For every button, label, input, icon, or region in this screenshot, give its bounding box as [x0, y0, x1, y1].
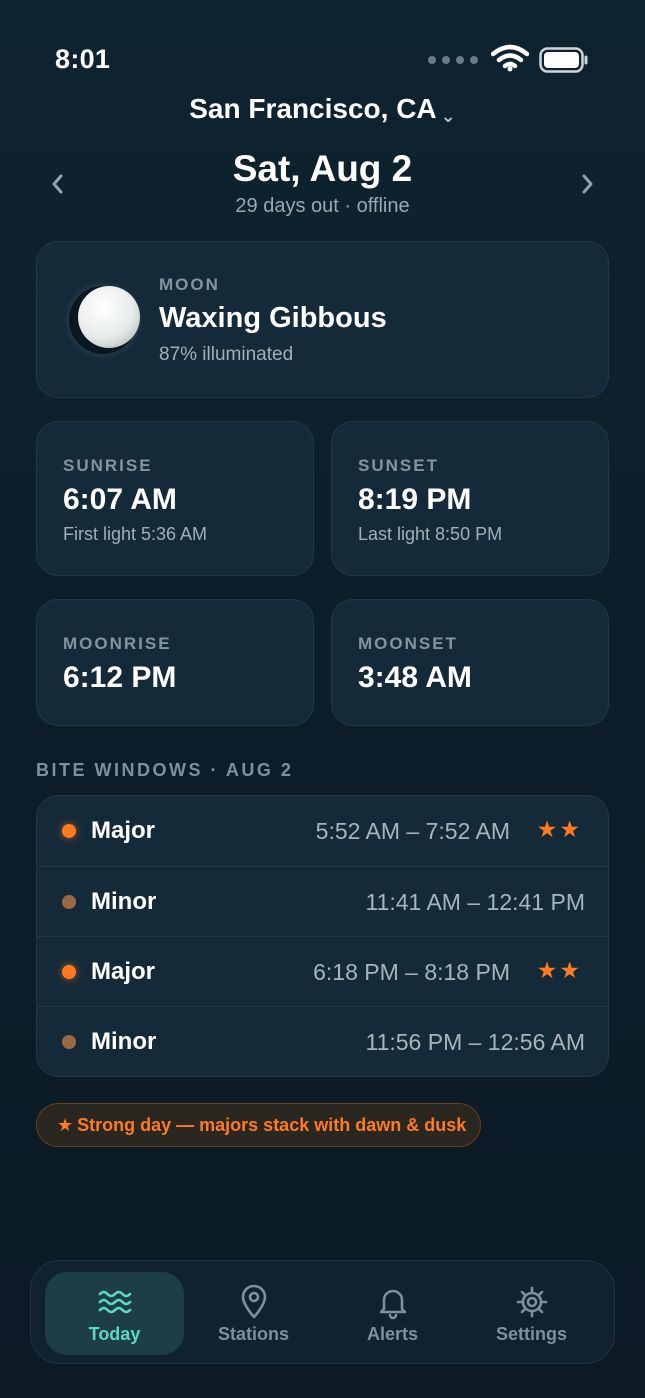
- moonset-tile: MOONSET 3:48 AM: [331, 599, 609, 726]
- map-pin-icon: [241, 1284, 266, 1319]
- location-label: San Francisco, CA: [189, 93, 437, 124]
- tab-alerts[interactable]: Alerts: [323, 1272, 462, 1355]
- tab-label: Today: [88, 1324, 141, 1344]
- moon-phase-icon: [63, 280, 143, 360]
- bite-kind: Major: [91, 958, 156, 985]
- bite-kind: Minor: [91, 888, 157, 915]
- tile-subtext: First light 5:36 AM: [63, 524, 208, 544]
- major-dot-icon: [62, 965, 76, 979]
- waves-icon: [98, 1290, 131, 1314]
- location-selector[interactable]: San Francisco, CA ⌄: [0, 93, 645, 127]
- tab-bar: Today Stations Alerts Settings: [30, 1260, 615, 1364]
- rating-stars-icon: ★★: [536, 957, 582, 983]
- next-day-button[interactable]: [573, 172, 603, 202]
- tile-subtext: Last light 8:50 PM: [358, 524, 503, 544]
- status-bar: 8:01: [0, 0, 645, 100]
- tile-label: MOONRISE: [63, 634, 172, 653]
- bite-time-range: 6:18 PM – 8:18 PM: [313, 959, 510, 985]
- sunrise-tile: SUNRISE 6:07 AM First light 5:36 AM: [36, 421, 314, 576]
- date-title: Sat, Aug 2: [232, 148, 413, 189]
- status-time: 8:01: [55, 44, 111, 74]
- bite-windows-title: BITE WINDOWS · AUG 2: [36, 760, 294, 780]
- date-navigator: Sat, Aug 2 29 days out · offline: [0, 146, 645, 226]
- rating-stars-icon: ★★: [536, 816, 582, 842]
- tile-value: 3:48 AM: [358, 661, 472, 694]
- bite-time-range: 11:41 AM – 12:41 PM: [365, 889, 586, 915]
- bite-window-row[interactable]: Major 5:52 AM – 7:52 AM ★★: [37, 796, 608, 866]
- tile-label: SUNRISE: [63, 456, 153, 475]
- gear-icon: [516, 1286, 547, 1318]
- major-dot-icon: [62, 824, 76, 838]
- bite-window-row[interactable]: Major 6:18 PM – 8:18 PM ★★: [37, 936, 608, 1006]
- tile-label: SUNSET: [358, 456, 439, 475]
- tab-label: Alerts: [366, 1324, 419, 1344]
- bite-window-row[interactable]: Minor 11:41 AM – 12:41 PM: [37, 866, 608, 936]
- chevron-right-icon: [582, 174, 593, 194]
- bite-kind: Major: [91, 817, 156, 844]
- bell-icon: [379, 1289, 406, 1320]
- minor-dot-icon: [62, 1035, 76, 1049]
- tab-settings[interactable]: Settings: [462, 1272, 601, 1355]
- strong-day-badge: ★ Strong day — majors stack with dawn & …: [36, 1103, 481, 1147]
- bite-window-row[interactable]: Minor 11:56 PM – 12:56 AM: [37, 1006, 608, 1076]
- bite-kind: Minor: [91, 1028, 157, 1055]
- moon-card: MOON Waxing Gibbous 87% illuminated: [36, 241, 609, 398]
- bite-time-range: 5:52 AM – 7:52 AM: [315, 818, 510, 844]
- strong-day-text: Strong day — majors stack with dawn & du…: [77, 1114, 467, 1135]
- chevron-down-icon: ⌄: [440, 106, 456, 126]
- tab-label: Stations: [217, 1324, 289, 1344]
- wifi-icon: [491, 44, 529, 72]
- tile-label: MOONSET: [358, 634, 458, 653]
- cellular-signal-icon: [428, 56, 478, 64]
- battery-icon: [539, 47, 588, 73]
- tab-label: Settings: [495, 1324, 567, 1344]
- star-icon: ★: [57, 1114, 74, 1135]
- moon-illumination: 87% illuminated: [159, 344, 294, 365]
- date-subtitle: 29 days out · offline: [235, 195, 410, 217]
- sunset-tile: SUNSET 8:19 PM Last light 8:50 PM: [331, 421, 609, 576]
- bite-windows-list: Major 5:52 AM – 7:52 AM ★★ Minor 11:41 A…: [36, 795, 609, 1077]
- moon-phase-name: Waxing Gibbous: [159, 302, 387, 334]
- tile-value: 6:12 PM: [63, 661, 177, 694]
- tile-value: 8:19 PM: [358, 483, 472, 516]
- bite-time-range: 11:56 PM – 12:56 AM: [365, 1029, 586, 1055]
- tab-stations[interactable]: Stations: [184, 1272, 323, 1355]
- moon-label: MOON: [159, 275, 220, 294]
- moonrise-tile: MOONRISE 6:12 PM: [36, 599, 314, 726]
- tile-value: 6:07 AM: [63, 483, 177, 516]
- tab-today[interactable]: Today: [45, 1272, 184, 1355]
- minor-dot-icon: [62, 895, 76, 909]
